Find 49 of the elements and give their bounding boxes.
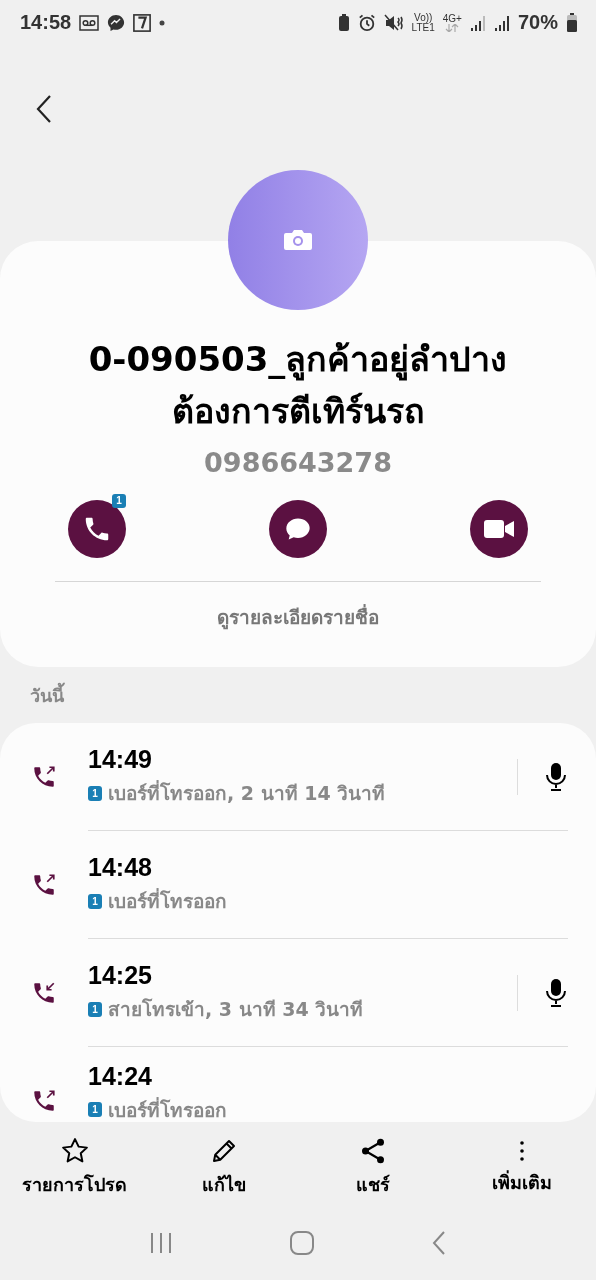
call-detail: เบอร์ที่โทรออก [108, 887, 227, 914]
more-icon [518, 1138, 525, 1164]
battery-saver-icon [337, 13, 350, 32]
sim-badge: 1 [88, 785, 102, 801]
call-detail: เบอร์ที่โทรออก, 2 นาที 14 วินาที [108, 779, 386, 806]
contact-name: ต้องการตีเทิร์นรถ [170, 390, 426, 433]
mute-icon [383, 13, 404, 32]
view-details-link[interactable]: ดูรายละเอียดรายชื่อ [213, 598, 383, 636]
message-button[interactable] [269, 500, 327, 558]
microphone-button[interactable] [544, 977, 568, 1008]
call-time[interactable]: 14:24 [88, 1061, 568, 1091]
video-call-button[interactable] [470, 500, 528, 558]
call-time[interactable]: 14:25 [88, 961, 568, 990]
data-arrows-icon [445, 23, 460, 32]
outgoing-call-icon [31, 764, 57, 790]
signal-icon [493, 13, 510, 32]
outgoing-call-icon [31, 872, 57, 898]
store-app-icon [133, 13, 152, 32]
incoming-call-icon [31, 980, 57, 1006]
call-count-badge: 1 [112, 494, 126, 508]
call-time[interactable]: 14:49 [88, 745, 568, 774]
lte-label: LTE1 [411, 22, 435, 33]
outgoing-call-icon [31, 1088, 57, 1114]
call-detail: เบอร์ที่โทรออก [108, 1096, 227, 1122]
chat-bubble-icon [107, 13, 126, 32]
sim-badge: 1 [88, 893, 102, 909]
more-action-button[interactable]: เพิ่มเติม [447, 1122, 596, 1205]
network-label: 4G+ [442, 13, 462, 24]
sim-badge: 1 [88, 1102, 102, 1117]
status-time: 14:58 [20, 11, 72, 34]
dot-icon [159, 19, 166, 26]
section-label: วันนี้ [29, 681, 66, 708]
alarm-icon [357, 13, 376, 32]
volte-label: Vo)) [414, 12, 433, 23]
contact-name: 0-090503_ลูกค้าอยู่ลำปาง [88, 338, 508, 383]
share-action-button[interactable]: แชร์ [298, 1122, 447, 1205]
signal-icon [469, 13, 486, 32]
edit-action-button[interactable]: แก้ไข [149, 1122, 298, 1205]
microphone-button[interactable] [544, 761, 568, 792]
home-icon [289, 1229, 315, 1256]
battery-percent: 70% [517, 11, 558, 34]
voicemail-icon [79, 14, 100, 31]
camera-icon [283, 228, 313, 252]
sim-badge: 1 [88, 1001, 102, 1017]
call-time[interactable]: 14:48 [88, 853, 568, 882]
phone-number: 0986643278 [204, 447, 392, 478]
call-detail: สายโทรเข้า, 3 นาที 34 วินาที [108, 997, 364, 1022]
battery-icon [566, 12, 578, 33]
favorite-action-button[interactable]: รายการโปรด [0, 1122, 149, 1205]
